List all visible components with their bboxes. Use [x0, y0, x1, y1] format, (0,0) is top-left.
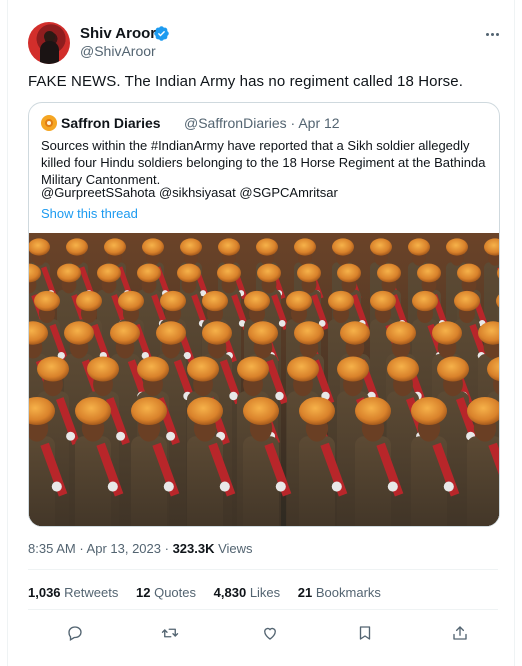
- quoted-author-name: Saffron Diaries: [61, 115, 161, 131]
- quoted-meta: @SaffronDiaries · Apr 12: [184, 115, 340, 131]
- bookmarks-stat[interactable]: 21 Bookmarks: [298, 585, 381, 600]
- views-label: Views: [218, 541, 253, 556]
- quoted-tweet[interactable]: Saffron Diaries @SaffronDiaries · Apr 12…: [28, 102, 500, 527]
- retweets-count: 1,036: [28, 585, 61, 600]
- quoted-photo[interactable]: [29, 233, 499, 527]
- reply-icon[interactable]: [64, 622, 86, 644]
- retweet-icon[interactable]: [159, 622, 181, 644]
- retweets-stat[interactable]: 1,036 Retweets: [28, 585, 118, 600]
- quotes-count: 12: [136, 585, 151, 600]
- tweet-text: FAKE NEWS. The Indian Army has no regime…: [28, 73, 463, 90]
- engagement-stats: 1,036 Retweets 12 Quotes 4,830 Likes 21 …: [28, 585, 395, 600]
- tweet-timestamp[interactable]: 8:35 AM · Apr 13, 2023 · 323.3K Views: [28, 541, 253, 556]
- quoted-avatar: [41, 115, 57, 131]
- likes-count: 4,830: [213, 585, 247, 600]
- bookmarks-count: 21: [297, 585, 313, 600]
- quoted-text: Sources within the #IndianArmy have repo…: [41, 138, 486, 187]
- tweet-time: 8:35 AM: [28, 541, 76, 556]
- tweet-date: Apr 13, 2023: [86, 541, 161, 556]
- author-name[interactable]: Shiv Aroor: [80, 25, 156, 42]
- likes-label: Likes: [249, 585, 281, 600]
- action-bar: [28, 622, 498, 646]
- author-avatar[interactable]: [28, 22, 70, 64]
- tweet-card: Shiv Aroor @ShivAroor FAKE NEWS. The Ind…: [7, 0, 515, 666]
- bookmarks-label: Bookmarks: [315, 585, 381, 600]
- verified-badge-icon: [154, 26, 169, 41]
- quotes-stat[interactable]: 12 Quotes: [136, 585, 196, 600]
- quoted-handle: @SaffronDiaries: [184, 115, 287, 131]
- more-icon[interactable]: [481, 23, 503, 45]
- like-icon[interactable]: [259, 622, 281, 644]
- show-thread-link[interactable]: Show this thread: [41, 206, 138, 221]
- share-icon[interactable]: [449, 622, 471, 644]
- divider: [28, 569, 498, 570]
- quoted-date: Apr 12: [298, 115, 340, 131]
- quoted-mentions[interactable]: @GurpreetSSahota @sikhsiyasat @SGPCAmrit…: [41, 185, 338, 200]
- views-count: 323.3K: [172, 541, 215, 556]
- quotes-label: Quotes: [154, 585, 197, 600]
- divider: [28, 609, 498, 610]
- bookmark-icon[interactable]: [354, 622, 376, 644]
- retweets-label: Retweets: [64, 585, 119, 600]
- author-handle[interactable]: @ShivAroor: [80, 43, 156, 59]
- likes-stat[interactable]: 4,830 Likes: [214, 585, 281, 600]
